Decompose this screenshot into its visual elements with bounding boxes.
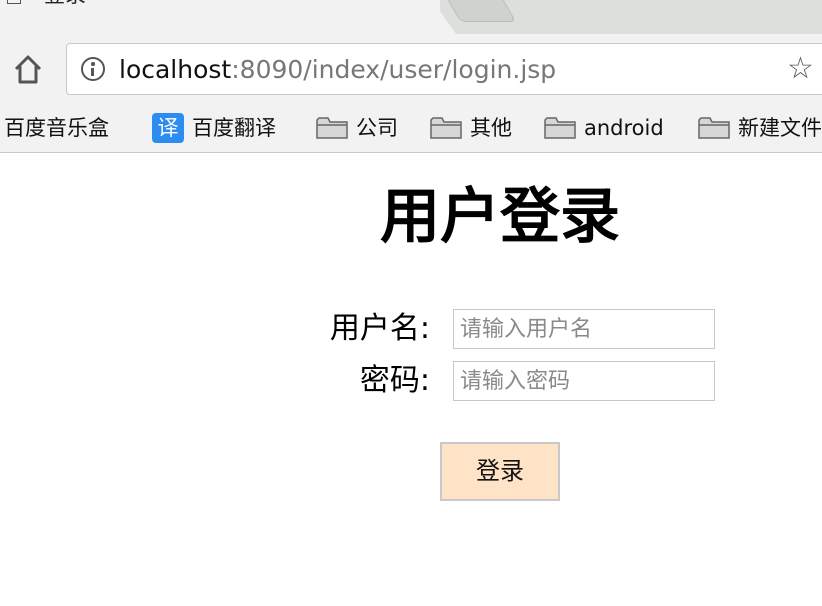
url-text[interactable]: localhost:8090/index/user/login.jsp	[119, 56, 556, 84]
address-bar[interactable]: localhost:8090/index/user/login.jsp ☆	[66, 43, 822, 95]
folder-icon	[698, 117, 730, 139]
bookmark-folder-other[interactable]: 其他	[430, 113, 512, 143]
bookmark-label: android	[584, 116, 664, 140]
url-path: :8090/index/user/login.jsp	[231, 55, 557, 84]
bookmark-folder-company[interactable]: 公司	[316, 113, 398, 143]
bookmark-label: 百度翻译	[192, 116, 276, 140]
bookmark-folder-android[interactable]: android	[544, 113, 664, 143]
bookmark-folder-new[interactable]: 新建文件	[698, 113, 822, 143]
translate-icon: 译	[152, 113, 184, 143]
page-icon	[7, 0, 21, 4]
folder-icon	[544, 117, 576, 139]
page-title: 用户登录	[380, 182, 620, 252]
password-label: 密码:	[359, 363, 430, 398]
login-page: 用户登录 用户名: 密码: 登录	[0, 154, 822, 606]
bookmark-baidu-translate[interactable]: 译 百度翻译	[152, 113, 276, 143]
bookmark-label: 其他	[470, 116, 512, 140]
home-button[interactable]	[12, 52, 44, 88]
username-row: 用户名:	[0, 309, 822, 349]
username-label: 用户名:	[329, 311, 430, 346]
tab-strip: 登录 ×	[0, 0, 822, 34]
browser-toolbar: localhost:8090/index/user/login.jsp ☆	[0, 34, 822, 106]
bookmarks-bar: 百度音乐盒 译 百度翻译 公司 其他 android 新建文件	[0, 106, 822, 153]
password-row: 密码:	[0, 361, 822, 401]
tab-close-icon[interactable]: ×	[398, 0, 416, 7]
info-icon[interactable]	[81, 57, 105, 81]
url-host: localhost	[119, 55, 232, 84]
tab-title: 登录	[44, 0, 86, 7]
login-button[interactable]: 登录	[440, 442, 560, 501]
bookmark-label: 新建文件	[738, 116, 822, 140]
folder-icon	[316, 117, 348, 139]
active-tab[interactable]: 登录 ×	[0, 0, 440, 34]
bookmark-label: 百度音乐盒	[4, 116, 109, 140]
home-icon	[14, 55, 42, 84]
password-input[interactable]	[453, 361, 715, 401]
bookmark-baidu-music[interactable]: 百度音乐盒	[4, 113, 109, 143]
new-tab-button[interactable]	[439, 0, 517, 22]
folder-icon	[430, 117, 462, 139]
bookmark-label: 公司	[356, 116, 398, 140]
username-input[interactable]	[453, 309, 715, 349]
bookmark-star-icon[interactable]: ☆	[787, 53, 814, 85]
